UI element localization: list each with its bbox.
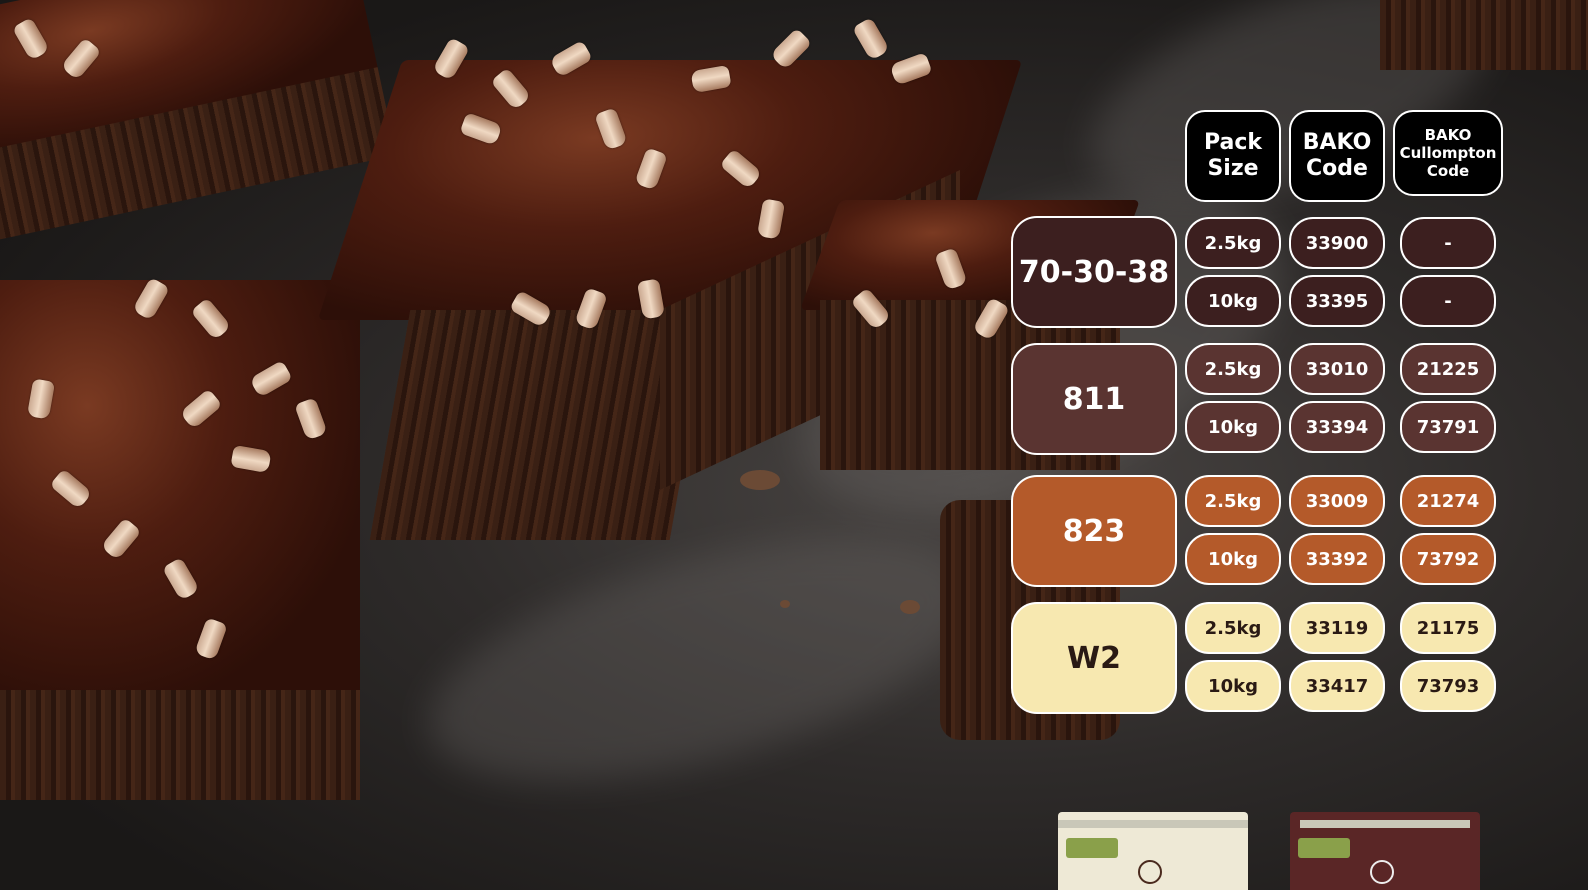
header-cullompton-code-label: BAKO Cullompton Code xyxy=(1399,126,1497,180)
product-name-823: 823 xyxy=(1011,475,1177,587)
cullompton-code-cell: 21274 xyxy=(1400,475,1496,527)
bako-code-cell: 33394 xyxy=(1289,401,1385,453)
bako-code-cell: 33900 xyxy=(1289,217,1385,269)
pack-size-cell: 2.5kg xyxy=(1185,217,1281,269)
product-name-70-30-38: 70-30-38 xyxy=(1011,216,1177,328)
pack-size-cell: 2.5kg xyxy=(1185,602,1281,654)
product-pack-image-white xyxy=(1058,812,1248,890)
brownie-slice-top-right xyxy=(1380,0,1588,80)
bako-code-cell: 33395 xyxy=(1289,275,1385,327)
header-pack-size-label: Pack Size xyxy=(1203,129,1263,181)
brownie-slice-bottom-left xyxy=(0,280,370,820)
bako-code-cell: 33010 xyxy=(1289,343,1385,395)
header-bako-code-label: BAKO Code xyxy=(1302,129,1372,181)
bako-code-cell: 33392 xyxy=(1289,533,1385,585)
cullompton-code-cell: 73792 xyxy=(1400,533,1496,585)
pack-size-cell: 2.5kg xyxy=(1185,343,1281,395)
header-cullompton-code: BAKO Cullompton Code xyxy=(1393,110,1503,196)
cullompton-code-cell: - xyxy=(1400,275,1496,327)
pack-size-cell: 2.5kg xyxy=(1185,475,1281,527)
cullompton-code-cell: 73791 xyxy=(1400,401,1496,453)
product-name-811: 811 xyxy=(1011,343,1177,455)
product-pack-image-dark xyxy=(1290,812,1480,890)
cullompton-code-cell: - xyxy=(1400,217,1496,269)
cullompton-code-cell: 21225 xyxy=(1400,343,1496,395)
pack-size-cell: 10kg xyxy=(1185,660,1281,712)
pack-size-cell: 10kg xyxy=(1185,275,1281,327)
header-pack-size: Pack Size xyxy=(1185,110,1281,202)
header-bako-code: BAKO Code xyxy=(1289,110,1385,202)
pack-size-cell: 10kg xyxy=(1185,401,1281,453)
pack-size-cell: 10kg xyxy=(1185,533,1281,585)
bako-code-cell: 33119 xyxy=(1289,602,1385,654)
cullompton-code-cell: 21175 xyxy=(1400,602,1496,654)
cullompton-code-cell: 73793 xyxy=(1400,660,1496,712)
product-name-w2: W2 xyxy=(1011,602,1177,714)
bako-code-cell: 33417 xyxy=(1289,660,1385,712)
bako-code-cell: 33009 xyxy=(1289,475,1385,527)
